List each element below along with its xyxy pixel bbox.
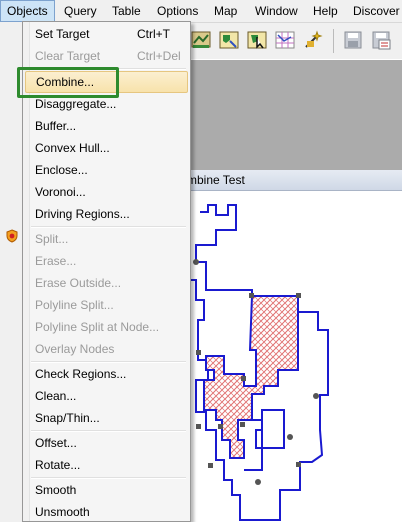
menu-item-driving-regions[interactable]: Driving Regions... (25, 203, 188, 225)
menu-item-voronoi[interactable]: Voronoi... (25, 181, 188, 203)
menu-item-overlay-nodes[interactable]: Overlay Nodes (25, 338, 188, 360)
menu-item-split[interactable]: Split... (25, 228, 188, 250)
menu-item-enclose[interactable]: Enclose... (25, 159, 188, 181)
menu-item-clear-target[interactable]: Clear Target Ctrl+Del (25, 45, 188, 67)
menu-item-polyline-split[interactable]: Polyline Split... (25, 294, 188, 316)
menu-item-smooth[interactable]: Smooth (25, 479, 188, 501)
driving-regions-icon (6, 229, 18, 243)
menu-item-set-target[interactable]: Set Target Ctrl+T (25, 23, 188, 45)
menu-item-erase-outside[interactable]: Erase Outside... (25, 272, 188, 294)
menu-item-convex-hull[interactable]: Convex Hull... (25, 137, 188, 159)
menu-item-erase[interactable]: Erase... (25, 250, 188, 272)
menu-item-polyline-split-at-node[interactable]: Polyline Split at Node... (25, 316, 188, 338)
menu-item-buffer[interactable]: Buffer... (25, 115, 188, 137)
menu-item-snap-thin[interactable]: Snap/Thin... (25, 407, 188, 429)
highlight-annotation-box (17, 67, 119, 98)
menu-item-clean[interactable]: Clean... (25, 385, 188, 407)
menu-item-offset[interactable]: Offset... (25, 432, 188, 454)
menu-item-unsmooth[interactable]: Unsmooth (25, 501, 188, 521)
menu-item-check-regions[interactable]: Check Regions... (25, 363, 188, 385)
inner-region (255, 409, 285, 449)
menu-item-rotate[interactable]: Rotate... (25, 454, 188, 476)
